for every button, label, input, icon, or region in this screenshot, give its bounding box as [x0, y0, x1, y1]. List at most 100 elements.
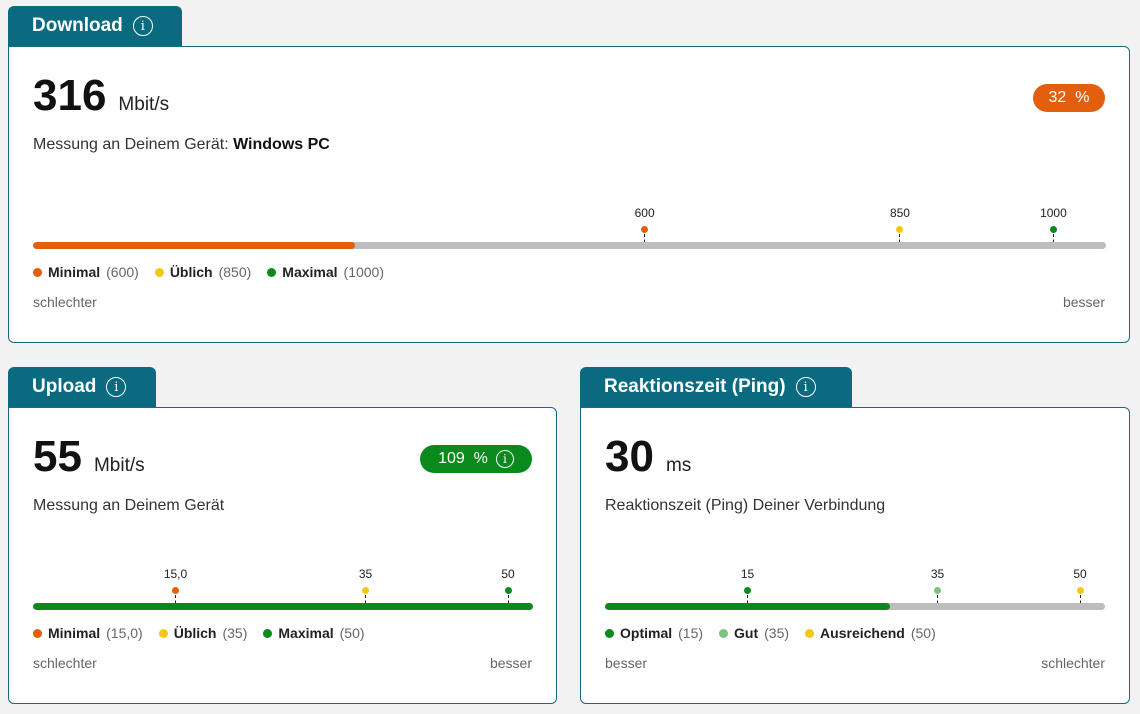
legend-item: Gut (35): [719, 625, 789, 641]
ping-value: 30: [605, 432, 654, 481]
marker-dot: [504, 587, 512, 594]
download-value: 316: [33, 71, 107, 120]
download-tab: Download i: [8, 6, 182, 46]
upload-percent-badge: 109 % i: [420, 445, 532, 473]
legend-value: (15,0): [106, 625, 143, 641]
marker-dot: [934, 587, 941, 594]
upload-scale-right: besser: [489, 655, 532, 671]
upload-subtitle: Messung an Deinem Gerät: [33, 497, 225, 514]
ping-legend: Optimal (15) Gut (35) Ausreichend (50): [605, 625, 936, 641]
legend-dot: [605, 628, 614, 638]
legend-name: Minimal: [48, 264, 101, 280]
marker-label: 15,0: [163, 567, 188, 581]
download-progress-track: [33, 242, 1106, 249]
legend-name: Minimal: [48, 625, 101, 641]
legend-name: Ausreichend: [820, 625, 905, 641]
marker-label: 35: [358, 567, 373, 581]
ping-title: Reaktionszeit (Ping): [604, 376, 786, 397]
download-title: Download: [32, 15, 123, 36]
legend-item: Maximal (50): [263, 625, 365, 641]
legend-dot: [719, 628, 729, 638]
legend-dot: [154, 267, 164, 277]
download-subtitle: Messung an Deinem Gerät: Windows PC: [33, 136, 330, 154]
download-scale-left: schlechter: [33, 294, 97, 310]
legend-value: (1000): [343, 264, 384, 280]
legend-item: Üblich (850): [154, 264, 252, 280]
upload-scale-left: schlechter: [33, 655, 97, 671]
legend-name: Gut: [734, 625, 759, 641]
ping-panel: Reaktionszeit (Ping) i 30 ms Reaktionsze…: [580, 367, 1130, 704]
info-icon[interactable]: i: [495, 450, 514, 468]
download-device: Windows PC: [233, 136, 330, 153]
ping-scale-right: schlechter: [1041, 655, 1105, 671]
legend-item: Minimal (15,0): [33, 625, 143, 641]
legend-name: Maximal: [282, 264, 338, 280]
legend-item: Optimal (15): [605, 625, 703, 641]
legend-value: (35): [764, 625, 790, 641]
legend-value: (15): [678, 625, 704, 641]
download-legend: Minimal (600) Üblich (850) Maximal (1000): [33, 264, 384, 280]
ping-value-row: 30 ms: [605, 432, 691, 482]
ping-unit: ms: [665, 455, 692, 476]
marker-dot: [641, 226, 649, 233]
upload-tab: Upload i: [8, 367, 156, 407]
download-percent-badge: 32 %: [1033, 84, 1105, 112]
ping-card: 30 ms Reaktionszeit (Ping) Deiner Verbin…: [580, 407, 1130, 704]
upload-legend: Minimal (15,0) Üblich (35) Maximal (50): [33, 625, 365, 641]
ping-progress-fill: [605, 603, 890, 610]
upload-progress-fill: [33, 603, 533, 610]
marker-dot: [1076, 587, 1084, 594]
legend-name: Üblich: [173, 625, 217, 641]
marker-label: 15: [740, 567, 755, 581]
legend-item: Maximal (1000): [267, 264, 384, 280]
info-icon[interactable]: i: [132, 16, 153, 36]
legend-name: Maximal: [278, 625, 334, 641]
ping-subtitle: Reaktionszeit (Ping) Deiner Verbindung: [605, 497, 886, 514]
marker-label: 850: [889, 206, 910, 220]
legend-name: Üblich: [169, 264, 213, 280]
marker-dot: [896, 226, 904, 233]
legend-dot: [805, 628, 815, 638]
download-panel: Download i 316 Mbit/s Messung an Deinem …: [8, 6, 1130, 343]
legend-value: (50): [910, 625, 936, 641]
upload-card: 55 Mbit/s Messung an Deinem Gerät 109 % …: [8, 407, 557, 704]
marker-label: 50: [1073, 567, 1087, 581]
marker-label: 1000: [1040, 206, 1067, 220]
legend-dot: [267, 267, 277, 277]
upload-badge-text: 109 %: [438, 450, 488, 467]
download-card: 316 Mbit/s Messung an Deinem Gerät: Wind…: [8, 46, 1130, 343]
download-value-row: 316 Mbit/s: [33, 71, 169, 121]
upload-value: 55: [33, 432, 82, 481]
download-subtitle-prefix: Messung an Deinem Gerät:: [33, 136, 234, 153]
upload-progress-track: [33, 603, 533, 610]
ping-progress-track: [605, 603, 1105, 610]
marker-dot: [362, 587, 369, 594]
legend-dot: [33, 267, 42, 277]
info-icon[interactable]: i: [106, 377, 127, 397]
upload-unit: Mbit/s: [93, 455, 145, 476]
marker-label: 50: [501, 567, 515, 581]
download-unit: Mbit/s: [118, 94, 170, 115]
download-badge-text: 32 %: [1048, 89, 1090, 106]
info-icon[interactable]: i: [795, 377, 816, 397]
ping-tab: Reaktionszeit (Ping) i: [580, 367, 852, 407]
legend-value: (50): [339, 625, 365, 641]
upload-panel: Upload i 55 Mbit/s Messung an Deinem Ger…: [8, 367, 557, 704]
legend-item: Ausreichend (50): [805, 625, 936, 641]
legend-item: Üblich (35): [158, 625, 248, 641]
marker-label: 35: [930, 567, 945, 581]
marker-dot: [1049, 226, 1057, 233]
legend-item: Minimal (600): [33, 264, 139, 280]
legend-name: Optimal: [620, 625, 673, 641]
marker-label: 600: [634, 206, 655, 220]
legend-value: (600): [106, 264, 139, 280]
download-scale-right: besser: [1062, 294, 1105, 310]
legend-dot: [33, 628, 42, 638]
legend-value: (35): [222, 625, 248, 641]
upload-title: Upload: [32, 376, 97, 397]
legend-dot: [263, 628, 273, 638]
legend-dot: [158, 628, 168, 638]
legend-value: (850): [218, 264, 252, 280]
download-progress-fill: [33, 242, 355, 249]
marker-dot: [744, 587, 751, 594]
